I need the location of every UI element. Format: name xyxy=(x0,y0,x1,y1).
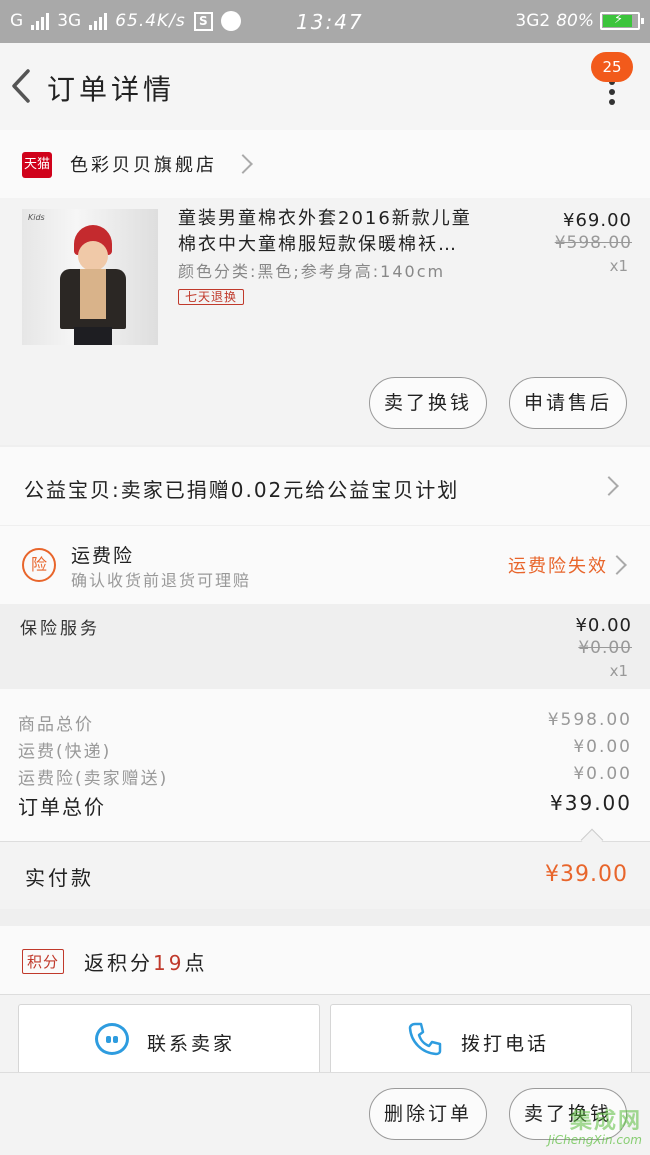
paid-row: 实付款 ¥39.00 xyxy=(0,841,650,909)
watermark-brand: 集成网 xyxy=(569,1109,642,1134)
delete-order-button[interactable]: 删除订单 xyxy=(369,1088,487,1140)
shipping-value: ¥0.00 xyxy=(573,737,632,757)
product-price: ¥69.00 xyxy=(563,210,632,231)
insurance-status: 运费险失效 xyxy=(508,556,608,577)
back-button[interactable] xyxy=(6,63,42,109)
more-menu-button[interactable] xyxy=(606,79,618,109)
watermark-logo: 集成网 JiChengXin.com xyxy=(528,1103,648,1153)
insurance-icon: 险 xyxy=(22,548,56,582)
charity-text: 公益宝贝:卖家已捐赠0.02元给公益宝贝计划 xyxy=(24,478,460,502)
page-title: 订单详情 xyxy=(47,73,176,106)
insurance-service-row: 保险服务 ¥0.00 ¥0.00 x1 xyxy=(0,605,650,689)
app-notification-icon xyxy=(220,11,241,31)
order-total-label: 订单总价 xyxy=(18,795,106,819)
order-total-row: 订单总价 ¥39.00 xyxy=(18,791,632,819)
order-total-value: ¥39.00 xyxy=(550,791,632,815)
shipping-row: 运费(快递) ¥0.00 xyxy=(18,737,632,762)
paid-value: ¥39.00 xyxy=(545,862,628,887)
after-sale-button[interactable]: 申请售后 xyxy=(509,377,627,429)
insurance-fee-row: 运费险(卖家赠送) ¥0.00 xyxy=(18,764,632,789)
points-row: 积分 返积分19点 xyxy=(0,926,650,994)
product-quantity: x1 xyxy=(609,257,628,275)
network-indicator: 3G2 xyxy=(515,11,551,31)
store-name: 色彩贝贝旗舰店 xyxy=(70,155,217,176)
paid-label: 实付款 xyxy=(25,866,94,890)
watermark-url: JiChengXin.com xyxy=(547,1133,642,1147)
chevron-right-icon xyxy=(599,476,619,496)
carrier-2: 3G xyxy=(57,11,82,31)
contact-row: 联系卖家 拨打电话 xyxy=(0,994,650,1084)
chevron-right-icon xyxy=(233,154,253,174)
signal-icon-2 xyxy=(89,12,108,30)
order-summary: 商品总价 ¥598.00 运费(快递) ¥0.00 运费险(卖家赠送) ¥0.0… xyxy=(0,689,650,841)
store-row[interactable]: 天猫 色彩贝贝旗舰店 xyxy=(0,130,650,198)
notification-badge: 25 xyxy=(591,52,633,82)
status-bar: G 3G 65.4K/s S 13:47 3G2 80% ⚡ xyxy=(0,0,650,43)
points-badge: 积分 xyxy=(22,949,65,974)
insurance-fee-label: 运费险(卖家赠送) xyxy=(18,769,169,789)
shipping-insurance-row[interactable]: 险 运费险 确认收货前退货可理赔 运费险失效 xyxy=(0,526,650,604)
chat-icon xyxy=(95,1023,129,1055)
s-notification-icon: S xyxy=(193,11,213,31)
battery-percent: 80% xyxy=(556,11,594,31)
shipping-label: 运费(快递) xyxy=(18,742,112,762)
thumbnail-brand: Kids xyxy=(28,213,45,222)
insurance-service-quantity: x1 xyxy=(609,662,628,680)
insurance-service-original-price: ¥0.00 xyxy=(578,638,632,658)
goods-total-label: 商品总价 xyxy=(18,715,94,735)
insurance-title: 运费险 xyxy=(71,545,135,567)
battery-icon: ⚡ xyxy=(600,12,644,30)
product-title[interactable]: 童装男童棉衣外套2016新款儿童棉衣中大童棉服短款保暖棉袄… xyxy=(178,206,483,258)
chevron-left-icon xyxy=(12,69,30,103)
clock: 13:47 xyxy=(296,10,364,34)
goods-total-value: ¥598.00 xyxy=(547,710,632,730)
insurance-service-label: 保险服务 xyxy=(20,619,100,639)
tmall-icon: 天猫 xyxy=(22,152,52,178)
insurance-subtitle: 确认收货前退货可理赔 xyxy=(71,571,252,590)
status-right: 3G2 80% ⚡ xyxy=(515,11,644,31)
insurance-fee-value: ¥0.00 xyxy=(573,764,632,784)
bottom-action-bar: 删除订单 卖了换钱 集成网 JiChengXin.com xyxy=(0,1072,650,1155)
points-count: 19 xyxy=(153,951,185,975)
net-speed: 65.4K/s xyxy=(115,11,186,31)
product-thumbnail[interactable]: Kids xyxy=(22,209,158,345)
charity-row[interactable]: 公益宝贝:卖家已捐赠0.02元给公益宝贝计划 xyxy=(0,447,650,525)
goods-total-row: 商品总价 ¥598.00 xyxy=(18,710,632,735)
points-prefix: 返积分 xyxy=(84,951,153,975)
signal-icon xyxy=(31,12,50,30)
return-policy-tag: 七天退换 xyxy=(178,289,245,305)
chevron-right-icon xyxy=(607,555,627,575)
app-header: 订单详情 xyxy=(0,43,650,130)
sell-exchange-button[interactable]: 卖了换钱 xyxy=(369,377,487,429)
product-sku: 颜色分类:黑色;参考身高:140cm xyxy=(178,262,446,281)
points-text: 返积分19点 xyxy=(84,947,207,976)
product-card: Kids 童装男童棉衣外套2016新款儿童棉衣中大童棉服短款保暖棉袄… 颜色分类… xyxy=(0,198,650,445)
insurance-service-price: ¥0.00 xyxy=(575,615,632,636)
contact-seller-label: 联系卖家 xyxy=(147,1033,236,1055)
phone-icon xyxy=(408,1022,442,1056)
call-phone-label: 拨打电话 xyxy=(461,1033,550,1055)
product-original-price: ¥598.00 xyxy=(554,233,632,253)
carrier-1: G xyxy=(10,11,24,31)
status-left: G 3G 65.4K/s S xyxy=(10,11,241,31)
points-suffix: 点 xyxy=(184,951,208,975)
